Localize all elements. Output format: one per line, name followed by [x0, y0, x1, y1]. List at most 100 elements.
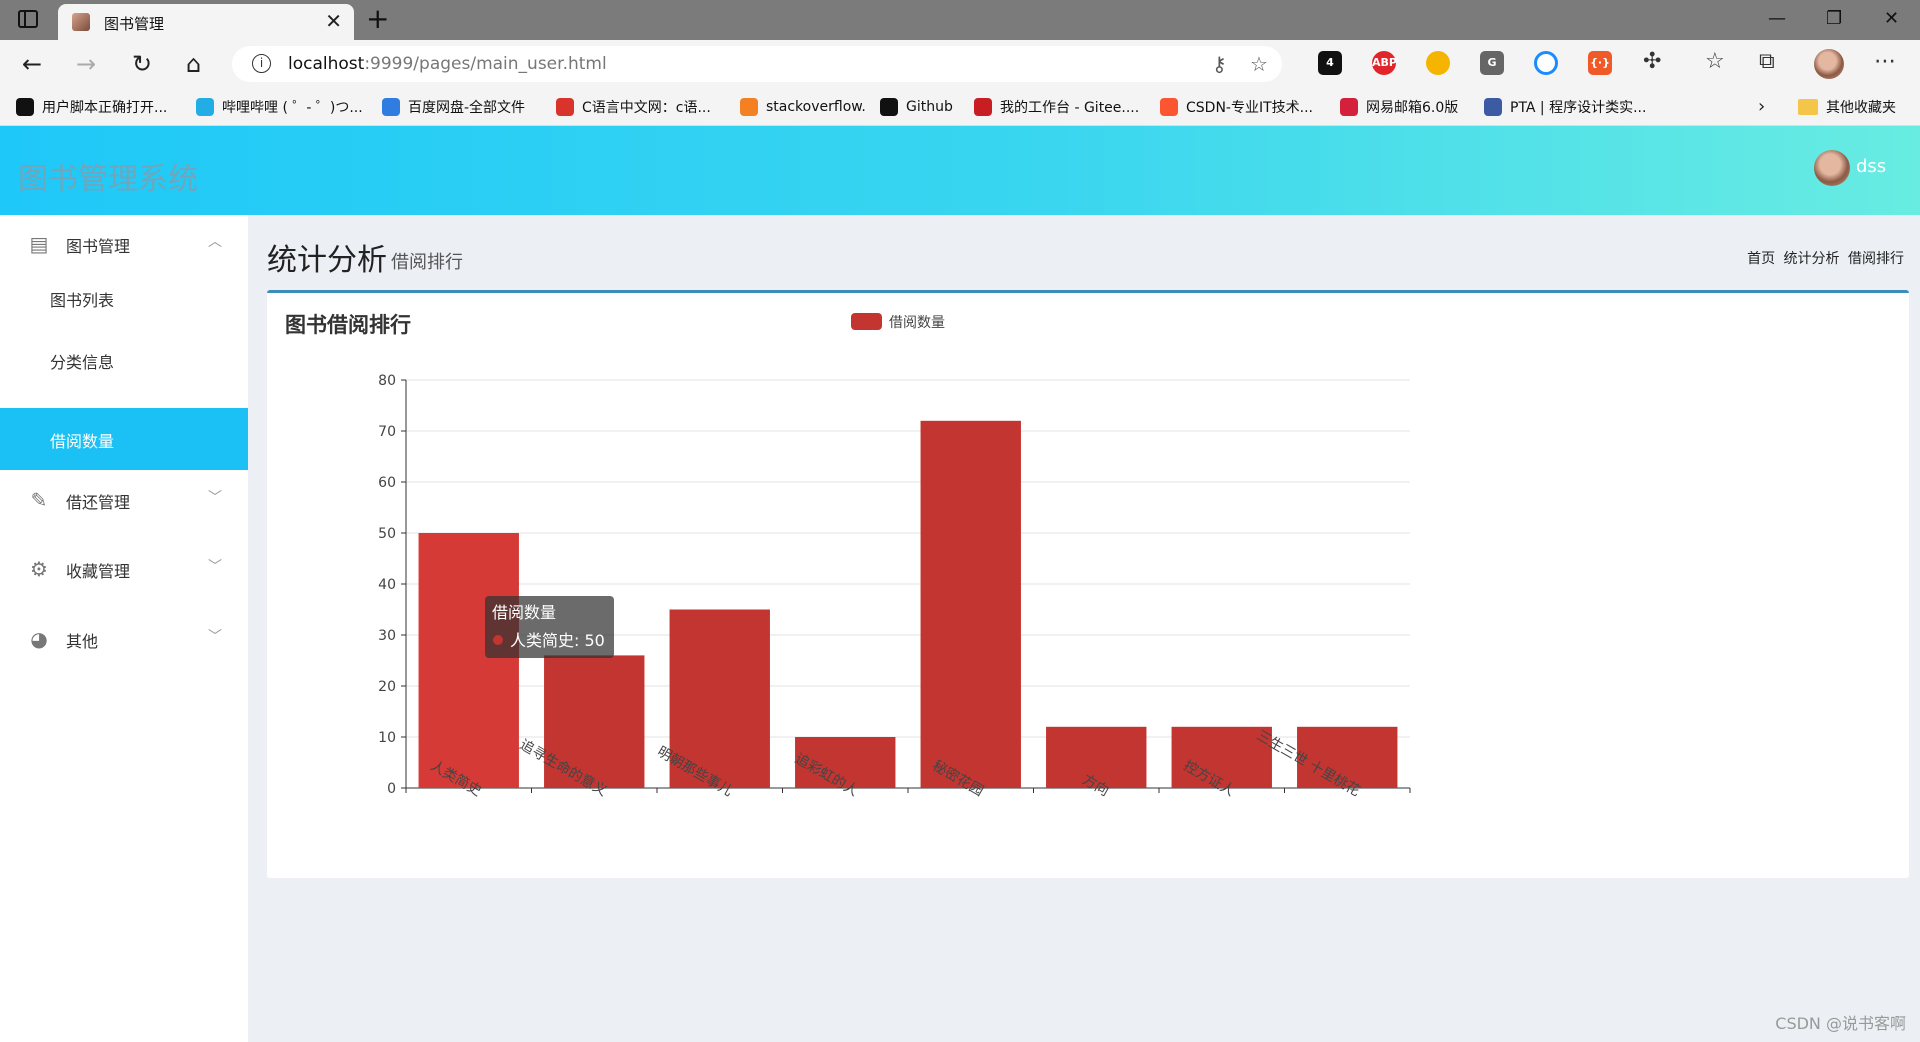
browser-nav-bar: ← → ↻ ⌂ i localhost:9999/pages/main_user… — [0, 40, 1920, 88]
y-tick-label: 50 — [378, 526, 396, 542]
user-name[interactable]: dss — [1856, 156, 1886, 177]
sidebar: ▤ 图书管理 ︿ 图书列表 分类信息 借阅数量 ✎ 借还管理 ﹀ ⚙ 收藏管理 … — [0, 215, 248, 1042]
bookmark-label: Github — [906, 99, 953, 115]
legend-swatch — [851, 313, 882, 330]
bookmark-item[interactable]: 百度网盘-全部文件 — [382, 97, 525, 117]
chevron-up-icon: ︿ — [208, 234, 222, 250]
new-tab-icon[interactable]: + — [366, 3, 389, 35]
reload-icon[interactable]: ↻ — [132, 50, 152, 78]
breadcrumb-current: 借阅排行 — [1848, 251, 1904, 267]
bookmark-label: 用户脚本正确打开... — [42, 100, 168, 116]
user-avatar[interactable] — [1814, 150, 1850, 186]
grammar-extension-icon[interactable]: G — [1480, 51, 1504, 75]
adblock-icon[interactable]: ABP — [1372, 51, 1397, 75]
bookmark-item[interactable]: 用户脚本正确打开... — [16, 97, 167, 117]
json-extension-icon[interactable]: {·} — [1588, 51, 1612, 75]
baidu-pan-icon — [382, 98, 400, 116]
site-info-icon[interactable]: i — [252, 54, 271, 73]
y-tick-label: 70 — [378, 424, 396, 440]
breadcrumb-stats[interactable]: 统计分析 — [1784, 251, 1840, 267]
chevron-down-icon: ﹀ — [208, 629, 222, 645]
sidebar-group-borrow-return[interactable]: ✎ 借还管理 ﹀ — [0, 475, 248, 525]
shield-extension-icon[interactable] — [1426, 51, 1450, 75]
favorite-star-icon[interactable]: ☆ — [1250, 52, 1268, 76]
browser-tab[interactable]: 图书管理 ✕ — [58, 4, 354, 40]
sidebar-group-label: 其他 — [66, 632, 99, 651]
bookmarks-overflow-chevron-icon[interactable]: › — [1758, 96, 1765, 117]
y-tick-label: 80 — [378, 373, 396, 389]
other-bookmarks-label: 其他收藏夹 — [1826, 100, 1896, 116]
bookmark-label: C语言中文网：c语... — [582, 100, 711, 116]
chart-box: 图书借阅排行 0 10 20 30 40 50 60 70 80 人类简史 追寻生命的意义 明朝那些事… — [267, 290, 1909, 878]
book-icon: ▤ — [29, 232, 49, 256]
sidebar-item-label: 图书列表 — [50, 291, 115, 310]
stackoverflow-icon — [740, 98, 758, 116]
bookmark-item[interactable]: PTA | 程序设计类实... — [1484, 97, 1646, 117]
sidebar-group-other[interactable]: ◕ 其他 ﹀ — [0, 614, 248, 664]
forward-arrow-icon[interactable]: → — [76, 50, 96, 78]
y-tick-label: 10 — [378, 730, 396, 746]
sync-extension-icon[interactable] — [1534, 51, 1558, 75]
bookmark-label: 网易邮箱6.0版 — [1366, 100, 1459, 116]
breadcrumb-home[interactable]: 首页 — [1747, 251, 1775, 267]
sidebar-group-book-management[interactable]: ▤ 图书管理 ︿ — [0, 219, 248, 269]
browser-tab-bar: 图书管理 ✕ + — ❐ ✕ — [0, 0, 1920, 40]
page-title: 统计分析 — [267, 243, 387, 278]
window-close-icon[interactable]: ✕ — [1884, 6, 1899, 32]
home-icon[interactable]: ⌂ — [186, 50, 201, 78]
sidebar-item-label: 分类信息 — [50, 353, 115, 372]
profile-avatar[interactable] — [1814, 49, 1844, 79]
main-content: 统计分析 借阅排行 首页 统计分析 借阅排行 图书借阅排行 0 10 20 30 40 5… — [248, 215, 1920, 1042]
y-tick-label: 0 — [387, 781, 396, 797]
tab-actions-icon[interactable] — [18, 10, 38, 28]
bar — [920, 420, 1021, 788]
folder-icon — [1798, 99, 1818, 115]
legend-label: 借阅数量 — [889, 315, 945, 331]
app-title[interactable]: 图书管理系统 — [18, 154, 198, 198]
dashboard-icon: ◕ — [30, 627, 48, 651]
tab-close-icon[interactable]: ✕ — [325, 10, 342, 32]
extension-badge-icon[interactable]: 4 — [1318, 51, 1342, 75]
key-icon[interactable]: ⚷ — [1212, 52, 1227, 76]
bilibili-icon — [196, 98, 214, 116]
bookmark-item[interactable]: stackoverflow. — [740, 97, 866, 117]
address-bar[interactable]: i localhost:9999/pages/main_user.html ⚷ … — [232, 46, 1282, 82]
csdn-watermark: CSDN @说书客啊 — [1775, 1014, 1906, 1033]
minimize-icon[interactable]: — — [1768, 6, 1786, 32]
bookmark-label: 我的工作台 - Gitee.... — [1000, 100, 1140, 116]
y-tick-label: 30 — [378, 628, 396, 644]
sidebar-group-label: 图书管理 — [66, 237, 131, 256]
favorites-list-icon[interactable]: ☆ — [1705, 49, 1725, 75]
bookmark-item[interactable]: 哔哩哔哩 ( ゜- ゜)つ... — [196, 97, 363, 117]
y-tick-label: 20 — [378, 679, 396, 695]
restore-icon[interactable]: ❐ — [1826, 6, 1842, 32]
sidebar-item-borrow-count[interactable]: 借阅数量 — [0, 408, 248, 470]
sidebar-group-label: 收藏管理 — [66, 562, 131, 581]
csdn-icon — [1160, 98, 1178, 116]
back-arrow-icon[interactable]: ← — [22, 50, 42, 78]
c-icon — [556, 98, 574, 116]
more-menu-icon[interactable]: ⋯ — [1874, 49, 1896, 75]
borrow-ranking-chart: 01020304050607080人类简史 追寻生命的意义 明朝那些事儿 追彩虹的人秘… — [378, 313, 1411, 800]
y-tick-label: 40 — [378, 577, 396, 593]
bookmark-item[interactable]: C语言中文网：c语... — [556, 97, 711, 117]
bookmark-label: stackoverflow. — [766, 99, 866, 115]
sidebar-item-category-info[interactable]: 分类信息 — [0, 329, 248, 391]
sidebar-item-book-list[interactable]: 图书列表 — [0, 267, 248, 329]
bookmark-item[interactable]: 我的工作台 - Gitee.... — [974, 97, 1139, 117]
other-bookmarks-folder[interactable]: 其他收藏夹 — [1798, 97, 1896, 117]
bookmark-item[interactable]: CSDN-专业IT技术... — [1160, 97, 1313, 117]
app-header: 图书管理系统 dss — [0, 126, 1920, 215]
bookmark-label: 百度网盘-全部文件 — [408, 100, 526, 116]
gitee-icon — [974, 98, 992, 116]
extensions-puzzle-icon[interactable]: ✣ — [1643, 49, 1661, 75]
bar — [418, 533, 519, 788]
bookmark-item[interactable]: Github — [880, 97, 953, 117]
bookmark-label: CSDN-专业IT技术... — [1186, 100, 1313, 116]
sidebar-group-favorites[interactable]: ⚙ 收藏管理 ﹀ — [0, 544, 248, 594]
bookmarks-bar: 用户脚本正确打开... 哔哩哔哩 ( ゜- ゜)つ... 百度网盘-全部文件 C语言中… — [0, 88, 1920, 126]
bookmark-label: 哔哩哔哩 ( ゜- ゜)つ... — [222, 100, 363, 116]
collections-icon[interactable]: ⧉ — [1759, 49, 1775, 75]
bookmark-item[interactable]: 网易邮箱6.0版 — [1340, 97, 1458, 117]
url-text[interactable]: localhost:9999/pages/main_user.html — [288, 54, 607, 74]
